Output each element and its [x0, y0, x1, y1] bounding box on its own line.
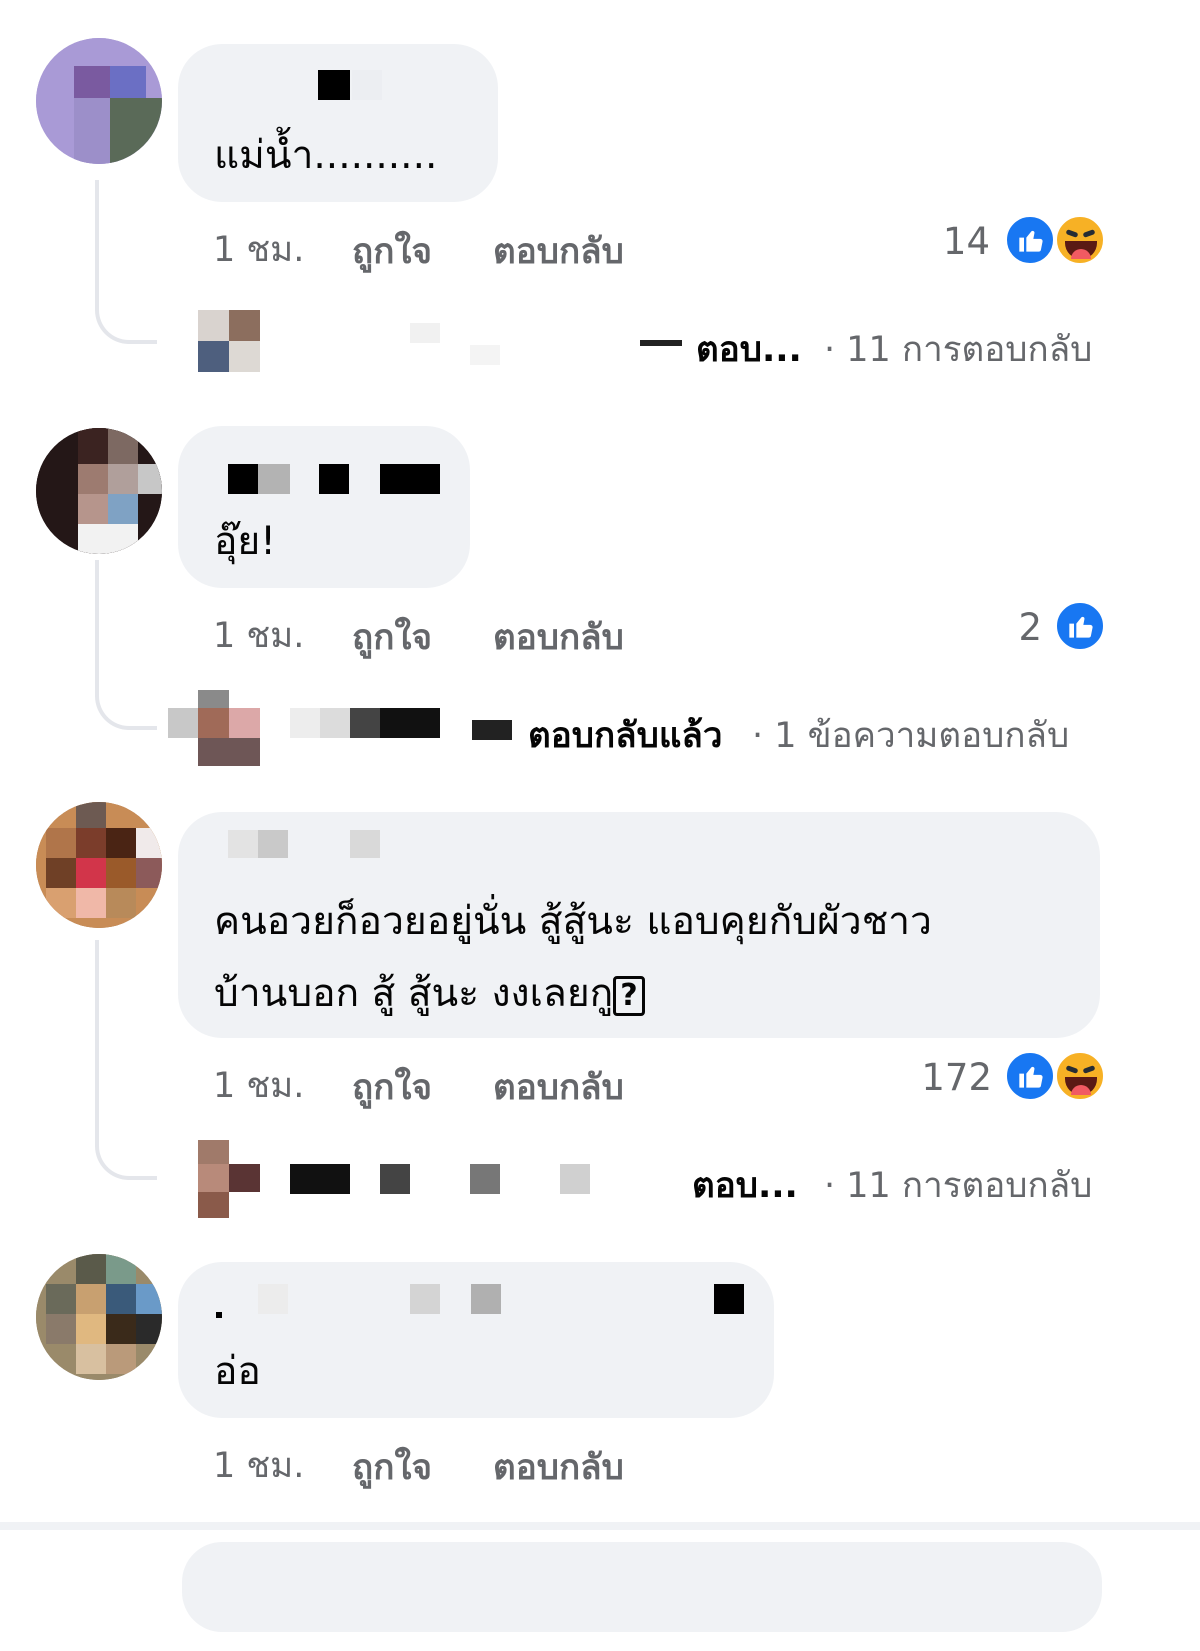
like-icon[interactable]: [1004, 214, 1056, 266]
reply-count[interactable]: · 11 การตอบกลับ: [824, 322, 1092, 377]
author-name[interactable]: [216, 1312, 222, 1318]
comment-bubble: คนอวยก็อวยอยู่นั่น สู้สู้นะ แอบคุยกับผัว…: [178, 812, 1100, 1038]
thread-line: [95, 180, 157, 344]
like-button[interactable]: ถูกใจ: [352, 610, 432, 665]
reply-button[interactable]: ตอบกลับ: [493, 1440, 624, 1495]
thread-line: [95, 940, 157, 1180]
comment-time[interactable]: 1 ชม.: [213, 222, 304, 277]
comment-text: คนอวยก็อวยอยู่นั่น สู้สู้นะ แอบคุยกับผัว…: [214, 899, 932, 944]
author-name[interactable]: [228, 830, 258, 858]
comment-bubble: อ่อ: [178, 1262, 774, 1418]
haha-icon[interactable]: [1054, 1050, 1106, 1102]
reply-button[interactable]: ตอบกลับ: [493, 610, 624, 665]
like-button[interactable]: ถูกใจ: [352, 224, 432, 279]
thread-line: [95, 560, 157, 730]
comment-time[interactable]: 1 ชม.: [213, 1058, 304, 1113]
comment-time[interactable]: 1 ชม.: [213, 608, 304, 663]
haha-icon[interactable]: [1054, 214, 1106, 266]
view-replies-link[interactable]: ตอบ...: [696, 322, 802, 377]
reply-avatar[interactable]: [198, 310, 260, 372]
author-name[interactable]: [318, 70, 350, 100]
author-name[interactable]: [228, 464, 258, 494]
reply-avatar[interactable]: [168, 690, 260, 766]
comment-text: อุ๊ย!: [214, 519, 276, 564]
reply-count[interactable]: · 1 ข้อความตอบกลับ: [752, 708, 1069, 763]
reaction-count[interactable]: 14: [930, 220, 990, 263]
avatar[interactable]: [36, 1254, 162, 1380]
reply-button[interactable]: ตอบกลับ: [493, 224, 624, 279]
reply-count[interactable]: · 11 การตอบกลับ: [824, 1158, 1092, 1213]
reaction-count[interactable]: 172: [920, 1056, 992, 1099]
comment-text: แม่น้ำ..........: [214, 133, 438, 178]
comment-bubble: แม่น้ำ..........: [178, 44, 498, 202]
comment-input-bar[interactable]: [182, 1542, 1102, 1632]
reaction-count[interactable]: 2: [990, 606, 1042, 649]
view-replies-link[interactable]: ตอบกลับแล้ว: [528, 708, 722, 763]
comment-time[interactable]: 1 ชม.: [213, 1438, 304, 1493]
section-divider: [0, 1522, 1200, 1530]
avatar[interactable]: [36, 38, 162, 164]
avatar[interactable]: [36, 802, 162, 928]
comment-bubble: อุ๊ย!: [178, 426, 470, 588]
like-button[interactable]: ถูกใจ: [352, 1060, 432, 1115]
view-replies-link[interactable]: ตอบ...: [692, 1158, 798, 1213]
comment-text: อ่อ: [214, 1349, 261, 1394]
comment-text: บ้านบอก สู้ สู้นะ งงเลยกู?: [214, 958, 645, 1030]
avatar[interactable]: [36, 428, 162, 554]
reply-button[interactable]: ตอบกลับ: [493, 1060, 624, 1115]
like-icon[interactable]: [1054, 600, 1106, 652]
like-button[interactable]: ถูกใจ: [352, 1440, 432, 1495]
reply-avatar[interactable]: [198, 1140, 260, 1218]
like-icon[interactable]: [1004, 1050, 1056, 1102]
question-emoji-icon: ?: [613, 975, 645, 1016]
